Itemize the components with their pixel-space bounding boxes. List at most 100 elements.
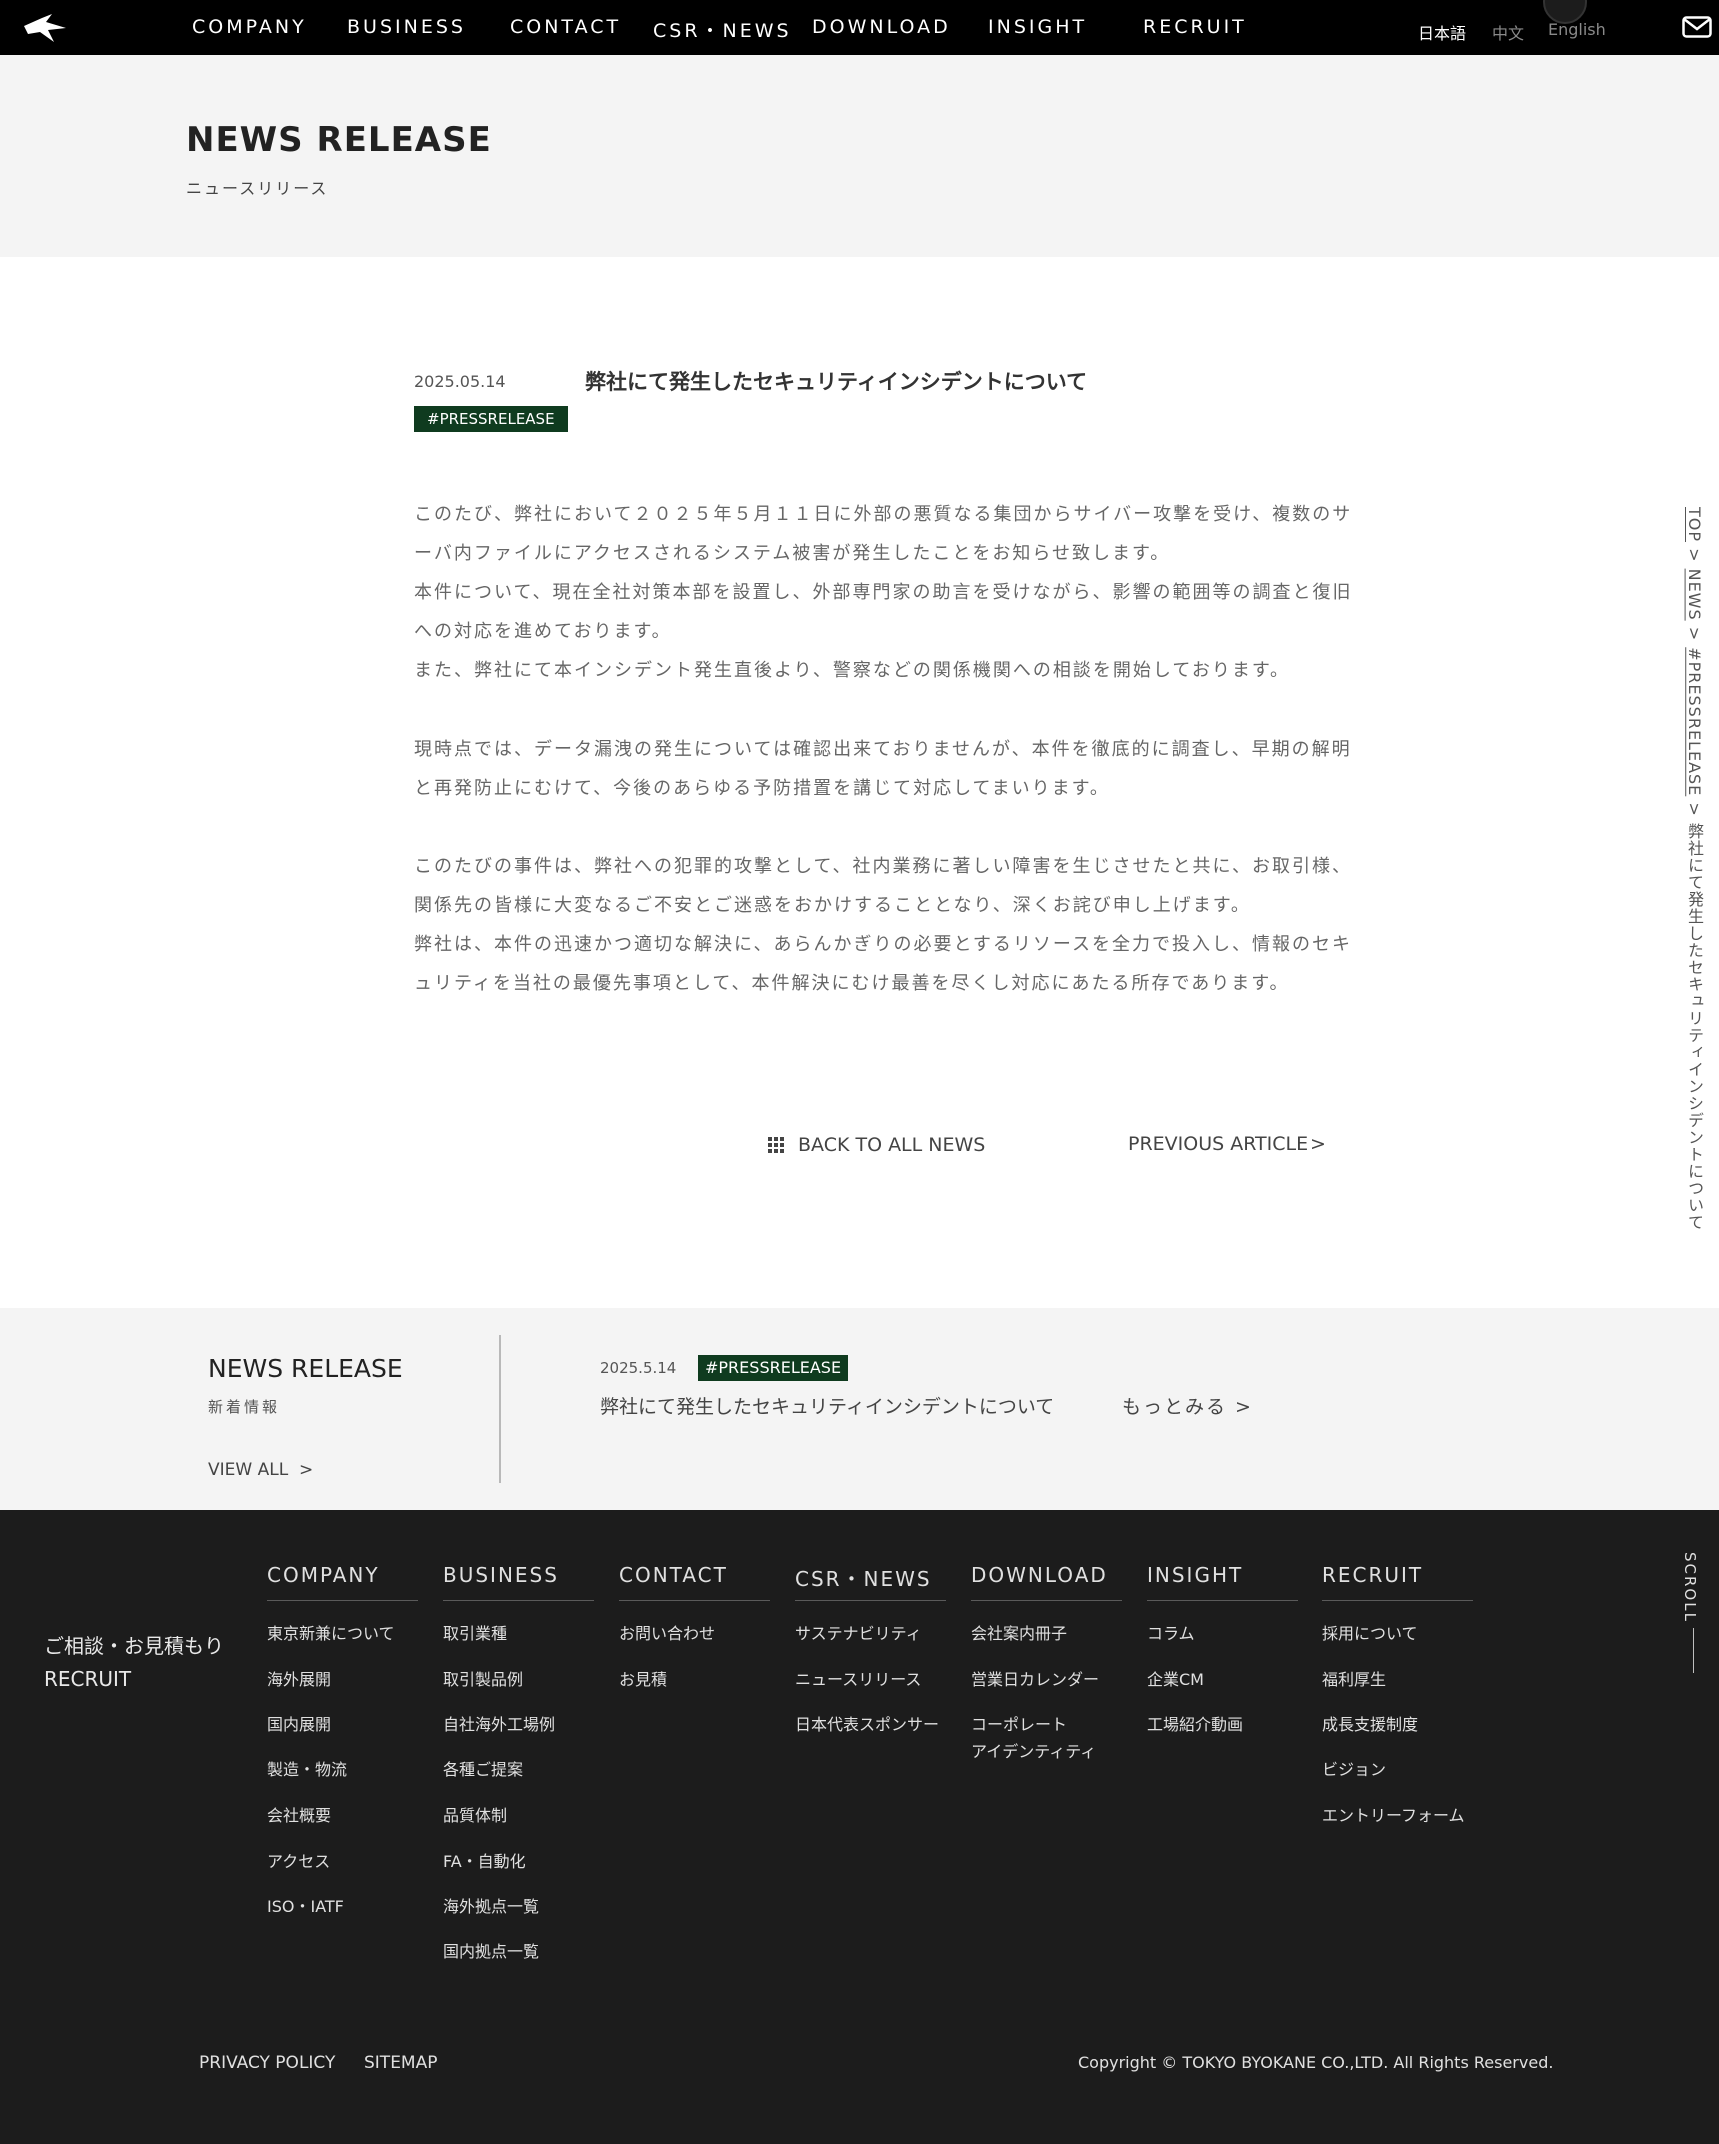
footer-link[interactable]: 会社概要 [267,1802,331,1829]
page-title: NEWS RELEASE [186,120,492,160]
body-line: 現時点では、データ漏洩の発生については確認出来ておりませんが、本件を徹底的に調査… [414,739,1352,760]
news-strip-divider [499,1335,501,1483]
footer-col-download-head[interactable]: DOWNLOAD [971,1563,1108,1587]
article-date: 2025.05.14 [414,372,506,391]
breadcrumb-news[interactable]: NEWS [1685,569,1704,621]
footer-col-insight-head[interactable]: INSIGHT [1147,1563,1243,1587]
footer-link[interactable]: エントリーフォーム [1322,1802,1465,1829]
footer-col-csr-news-head[interactable]: CSR・NEWS [795,1563,932,1592]
news-item-headline[interactable]: 弊社にて発生したセキュリティインシデントについて [600,1392,1054,1419]
breadcrumb-separator: > [1685,796,1704,823]
nav-download[interactable]: DOWNLOAD [812,16,951,38]
footer-link[interactable]: 採用について [1322,1620,1418,1647]
footer-recruit-link[interactable]: RECRUIT [44,1667,131,1691]
footer-col-business-head[interactable]: BUSINESS [443,1563,559,1587]
footer-col-divider [795,1600,946,1601]
back-to-all-news-label: BACK TO ALL NEWS [798,1134,986,1156]
footer-link[interactable]: 国内拠点一覧 [443,1938,539,1965]
footer-link[interactable]: ISO・IATF [267,1893,344,1920]
footer-link[interactable]: 国内展開 [267,1711,331,1738]
nav-csr-news[interactable]: CSR・NEWS [653,16,792,43]
news-strip-title: NEWS RELEASE [208,1354,403,1383]
grid-icon [768,1137,784,1153]
body-line: また、弊社にて本インシデント発生直後より、警察などの関係機関への相談を開始してお… [414,660,1291,681]
news-item-date: 2025.5.14 [600,1359,677,1377]
read-more-link[interactable]: もっとみる > [1122,1392,1253,1419]
footer-link[interactable]: 海外展開 [267,1666,331,1693]
breadcrumb-top[interactable]: TOP [1685,507,1704,542]
footer-col-divider [971,1600,1122,1601]
back-to-all-news-link[interactable]: BACK TO ALL NEWS [768,1133,985,1157]
footer-col-divider [267,1600,418,1601]
top-navigation-bar: COMPANY BUSINESS CONTACT CSR・NEWS DOWNLO… [0,0,1719,55]
chevron-right-icon[interactable]: > [1310,1133,1326,1155]
body-line: と再発防止にむけて、今後のあらゆる予防措置を講じて対応してまいります。 [414,778,1110,799]
footer-link[interactable]: コーポレート アイデンティティ [971,1711,1096,1765]
footer-link[interactable]: 自社海外工場例 [443,1711,555,1738]
nav-business[interactable]: BUSINESS [347,16,466,38]
body-line: このたび、弊社において２０２５年５月１１日に外部の悪質なる集団からサイバー攻撃を… [414,504,1353,525]
chevron-right-icon[interactable]: > [299,1460,313,1480]
footer-link[interactable]: アクセス [267,1848,330,1875]
footer-link[interactable]: ビジョン [1322,1756,1386,1783]
news-strip-subtitle: 新着情報 [208,1398,281,1416]
footer-link[interactable]: 成長支援制度 [1322,1711,1418,1738]
footer-link[interactable]: 日本代表スポンサー [795,1711,939,1738]
footer-link[interactable]: コラム [1147,1620,1195,1647]
footer-col-contact-head[interactable]: CONTACT [619,1563,728,1587]
footer-link[interactable]: お問い合わせ [619,1620,715,1647]
footer-col-company-head[interactable]: COMPANY [267,1563,380,1587]
footer-link[interactable]: サステナビリティ [795,1620,922,1647]
article-title: 弊社にて発生したセキュリティインシデントについて [585,370,1088,394]
bird-logo-icon[interactable] [22,12,68,44]
nav-recruit[interactable]: RECRUIT [1143,16,1247,38]
footer-col-divider [619,1600,770,1601]
footer-link[interactable]: 海外拠点一覧 [443,1893,539,1920]
footer-link[interactable]: 工場紹介動画 [1147,1711,1243,1738]
lang-japanese[interactable]: 日本語 [1418,20,1466,44]
footer-link[interactable]: 福利厚生 [1322,1666,1386,1693]
sitemap-link[interactable]: SITEMAP [364,2053,437,2073]
footer-link[interactable]: 品質体制 [443,1802,507,1829]
footer-link[interactable]: FA・自動化 [443,1848,526,1875]
nav-insight[interactable]: INSIGHT [988,16,1087,38]
mail-icon[interactable] [1682,16,1712,38]
breadcrumb-pressrelease[interactable]: #PRESSRELEASE [1685,647,1704,796]
body-line: ュリティを当社の最優先事項として、本件解決にむけ最善を尽くし対応にあたる所存であ… [414,973,1290,994]
view-all-link[interactable]: VIEW ALL [208,1460,288,1480]
breadcrumb: TOP > NEWS > #PRESSRELEASE > 弊社にて発生したセキュ… [1682,507,1706,1231]
footer-col-divider [1322,1600,1473,1601]
nav-contact[interactable]: CONTACT [510,16,621,38]
footer-consultation-link[interactable]: ご相談・お見積もり [44,1630,224,1659]
lang-chinese[interactable]: 中文 [1492,20,1524,44]
body-line: このたびの事件は、弊社への犯罪的攻撃として、社内業務に著しい障害を生じさせたと共… [414,856,1353,877]
body-line: ーバ内ファイルにアクセスされるシステム被害が発生したことをお知らせ致します。 [414,543,1171,564]
breadcrumb-separator: > [1685,542,1704,569]
footer-link[interactable]: 各種ご提案 [443,1756,523,1783]
body-line: への対応を進めております。 [414,621,672,642]
footer-link[interactable]: ニュースリリース [795,1666,921,1693]
footer-col-recruit-head[interactable]: RECRUIT [1322,1563,1423,1587]
scroll-indicator-label[interactable]: SCROLL [1681,1552,1699,1623]
copyright: Copyright © TOKYO BYOKANE CO.,LTD. All R… [1078,2053,1554,2072]
footer-link[interactable]: 会社案内冊子 [971,1620,1067,1647]
footer-col-divider [443,1600,594,1601]
footer-link[interactable]: 東京新兼について [267,1620,395,1647]
privacy-policy-link[interactable]: PRIVACY POLICY [199,2053,335,2073]
nav-company[interactable]: COMPANY [192,16,307,38]
page-subtitle: ニュースリリース [186,179,329,198]
lang-english[interactable]: English [1548,20,1606,39]
footer-link[interactable]: 営業日カレンダー [971,1666,1099,1693]
footer-link[interactable]: 取引製品例 [443,1666,523,1693]
footer-link[interactable]: 取引業種 [443,1620,507,1647]
news-item-tag[interactable]: #PRESSRELEASE [698,1355,849,1381]
footer-link[interactable]: お見積 [619,1666,667,1693]
body-line: 本件について、現在全社対策本部を設置し、外部専門家の助言を受けながら、影響の範囲… [414,582,1353,603]
footer-link[interactable]: 企業CM [1147,1666,1204,1693]
previous-article-link[interactable]: PREVIOUS ARTICLE [1128,1133,1308,1155]
scroll-indicator-line [1693,1628,1694,1673]
footer-link[interactable]: 製造・物流 [267,1756,347,1783]
breadcrumb-separator: > [1685,620,1704,648]
article-tag[interactable]: #PRESSRELEASE [414,406,568,432]
footer-col-divider [1147,1600,1298,1601]
